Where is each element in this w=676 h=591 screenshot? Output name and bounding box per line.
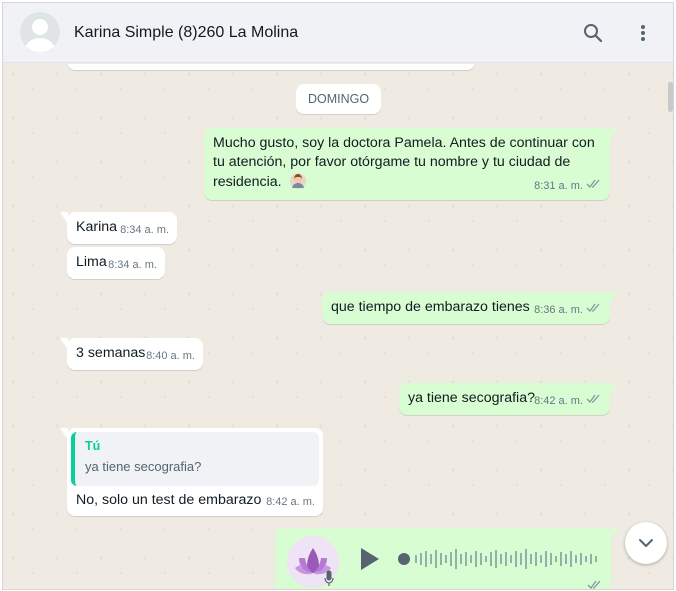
double-check-icon bbox=[586, 177, 602, 196]
message-meta: 8:42 a. m. bbox=[266, 493, 315, 512]
incoming-message[interactable]: Lima 8:34 a. m. bbox=[67, 247, 165, 279]
message-meta: 8:34 a. m. bbox=[108, 256, 157, 275]
message-time: 8:34 a. m. bbox=[108, 259, 157, 271]
message-meta bbox=[587, 578, 603, 589]
bubble-tail bbox=[609, 128, 617, 140]
avatar-body bbox=[25, 38, 55, 52]
double-check-icon bbox=[586, 392, 602, 411]
audio-waveform[interactable] bbox=[397, 546, 607, 572]
message-time: 8:31 a. m. bbox=[534, 180, 583, 192]
woman-doctor-emoji bbox=[289, 172, 307, 190]
message-meta: 8:34 a. m. bbox=[120, 221, 169, 240]
outgoing-message[interactable]: ya tiene secografia? 8:42 a. m. bbox=[399, 383, 617, 415]
message-text: que tiempo de embarazo tienes bbox=[331, 299, 530, 315]
whatsapp-window: Karina Simple (8)260 La Molina DOMINGO M… bbox=[2, 2, 674, 590]
play-icon[interactable] bbox=[357, 546, 381, 572]
message-text: Karina bbox=[76, 219, 118, 235]
bubble-tail bbox=[60, 212, 68, 224]
scroll-thumb[interactable] bbox=[668, 82, 673, 112]
quoted-message[interactable]: Tú ya tiene secografia? bbox=[71, 432, 319, 486]
message-text: 3 semanas bbox=[76, 345, 146, 361]
message-time: 8:42 a. m. bbox=[534, 395, 583, 407]
message-time: 8:42 a. m. bbox=[266, 496, 315, 508]
date-divider: DOMINGO bbox=[296, 84, 382, 114]
message-time: 8:36 a. m. bbox=[534, 304, 583, 316]
quoted-author: Tú bbox=[85, 439, 101, 453]
bubble-tail bbox=[609, 383, 617, 395]
bubble-tail bbox=[609, 292, 617, 304]
outgoing-message[interactable]: que tiempo de embarazo tienes 8:36 a. m. bbox=[322, 292, 617, 324]
chat-area[interactable]: DOMINGO Mucho gusto, soy la doctora Pame… bbox=[3, 64, 673, 589]
chat-header: Karina Simple (8)260 La Molina bbox=[3, 3, 673, 63]
contact-avatar[interactable] bbox=[20, 12, 60, 52]
mic-icon bbox=[321, 568, 337, 588]
chevron-down-icon[interactable] bbox=[625, 522, 667, 564]
bubble-tail bbox=[60, 428, 68, 440]
chat-scrollbar[interactable] bbox=[667, 64, 673, 589]
incoming-message[interactable]: Karina 8:34 a. m. bbox=[60, 212, 177, 244]
avatar-head bbox=[32, 19, 48, 35]
bubble-tail bbox=[60, 338, 68, 350]
message-time: 8:34 a. m. bbox=[120, 224, 169, 236]
message-text: ya tiene secografia? bbox=[408, 390, 535, 406]
previous-message-fragment bbox=[67, 64, 475, 70]
double-check-icon bbox=[587, 578, 603, 589]
message-meta: 8:36 a. m. bbox=[534, 301, 602, 320]
message-text: Lima bbox=[76, 254, 107, 270]
search-icon[interactable] bbox=[579, 19, 607, 47]
message-meta: 8:31 a. m. bbox=[534, 177, 602, 196]
message-text: No, solo un test de embarazo bbox=[76, 492, 262, 508]
outgoing-message[interactable]: Mucho gusto, soy la doctora Pamela. Ante… bbox=[204, 128, 617, 200]
message-meta: 8:40 a. m. bbox=[146, 347, 195, 366]
vertical-dots-icon[interactable] bbox=[629, 19, 657, 47]
incoming-message[interactable]: 3 semanas 8:40 a. m. bbox=[60, 338, 203, 370]
quoted-text: ya tiene secografia? bbox=[85, 459, 202, 474]
message-meta: 8:42 a. m. bbox=[534, 392, 602, 411]
outgoing-audio-message[interactable] bbox=[275, 528, 618, 589]
contact-name[interactable]: Karina Simple (8)260 La Molina bbox=[74, 24, 298, 42]
double-check-icon bbox=[586, 301, 602, 320]
message-time: 8:40 a. m. bbox=[146, 350, 195, 362]
bubble-tail bbox=[610, 528, 618, 540]
incoming-reply-message[interactable]: Tú ya tiene secografia? No, solo un test… bbox=[60, 428, 323, 516]
